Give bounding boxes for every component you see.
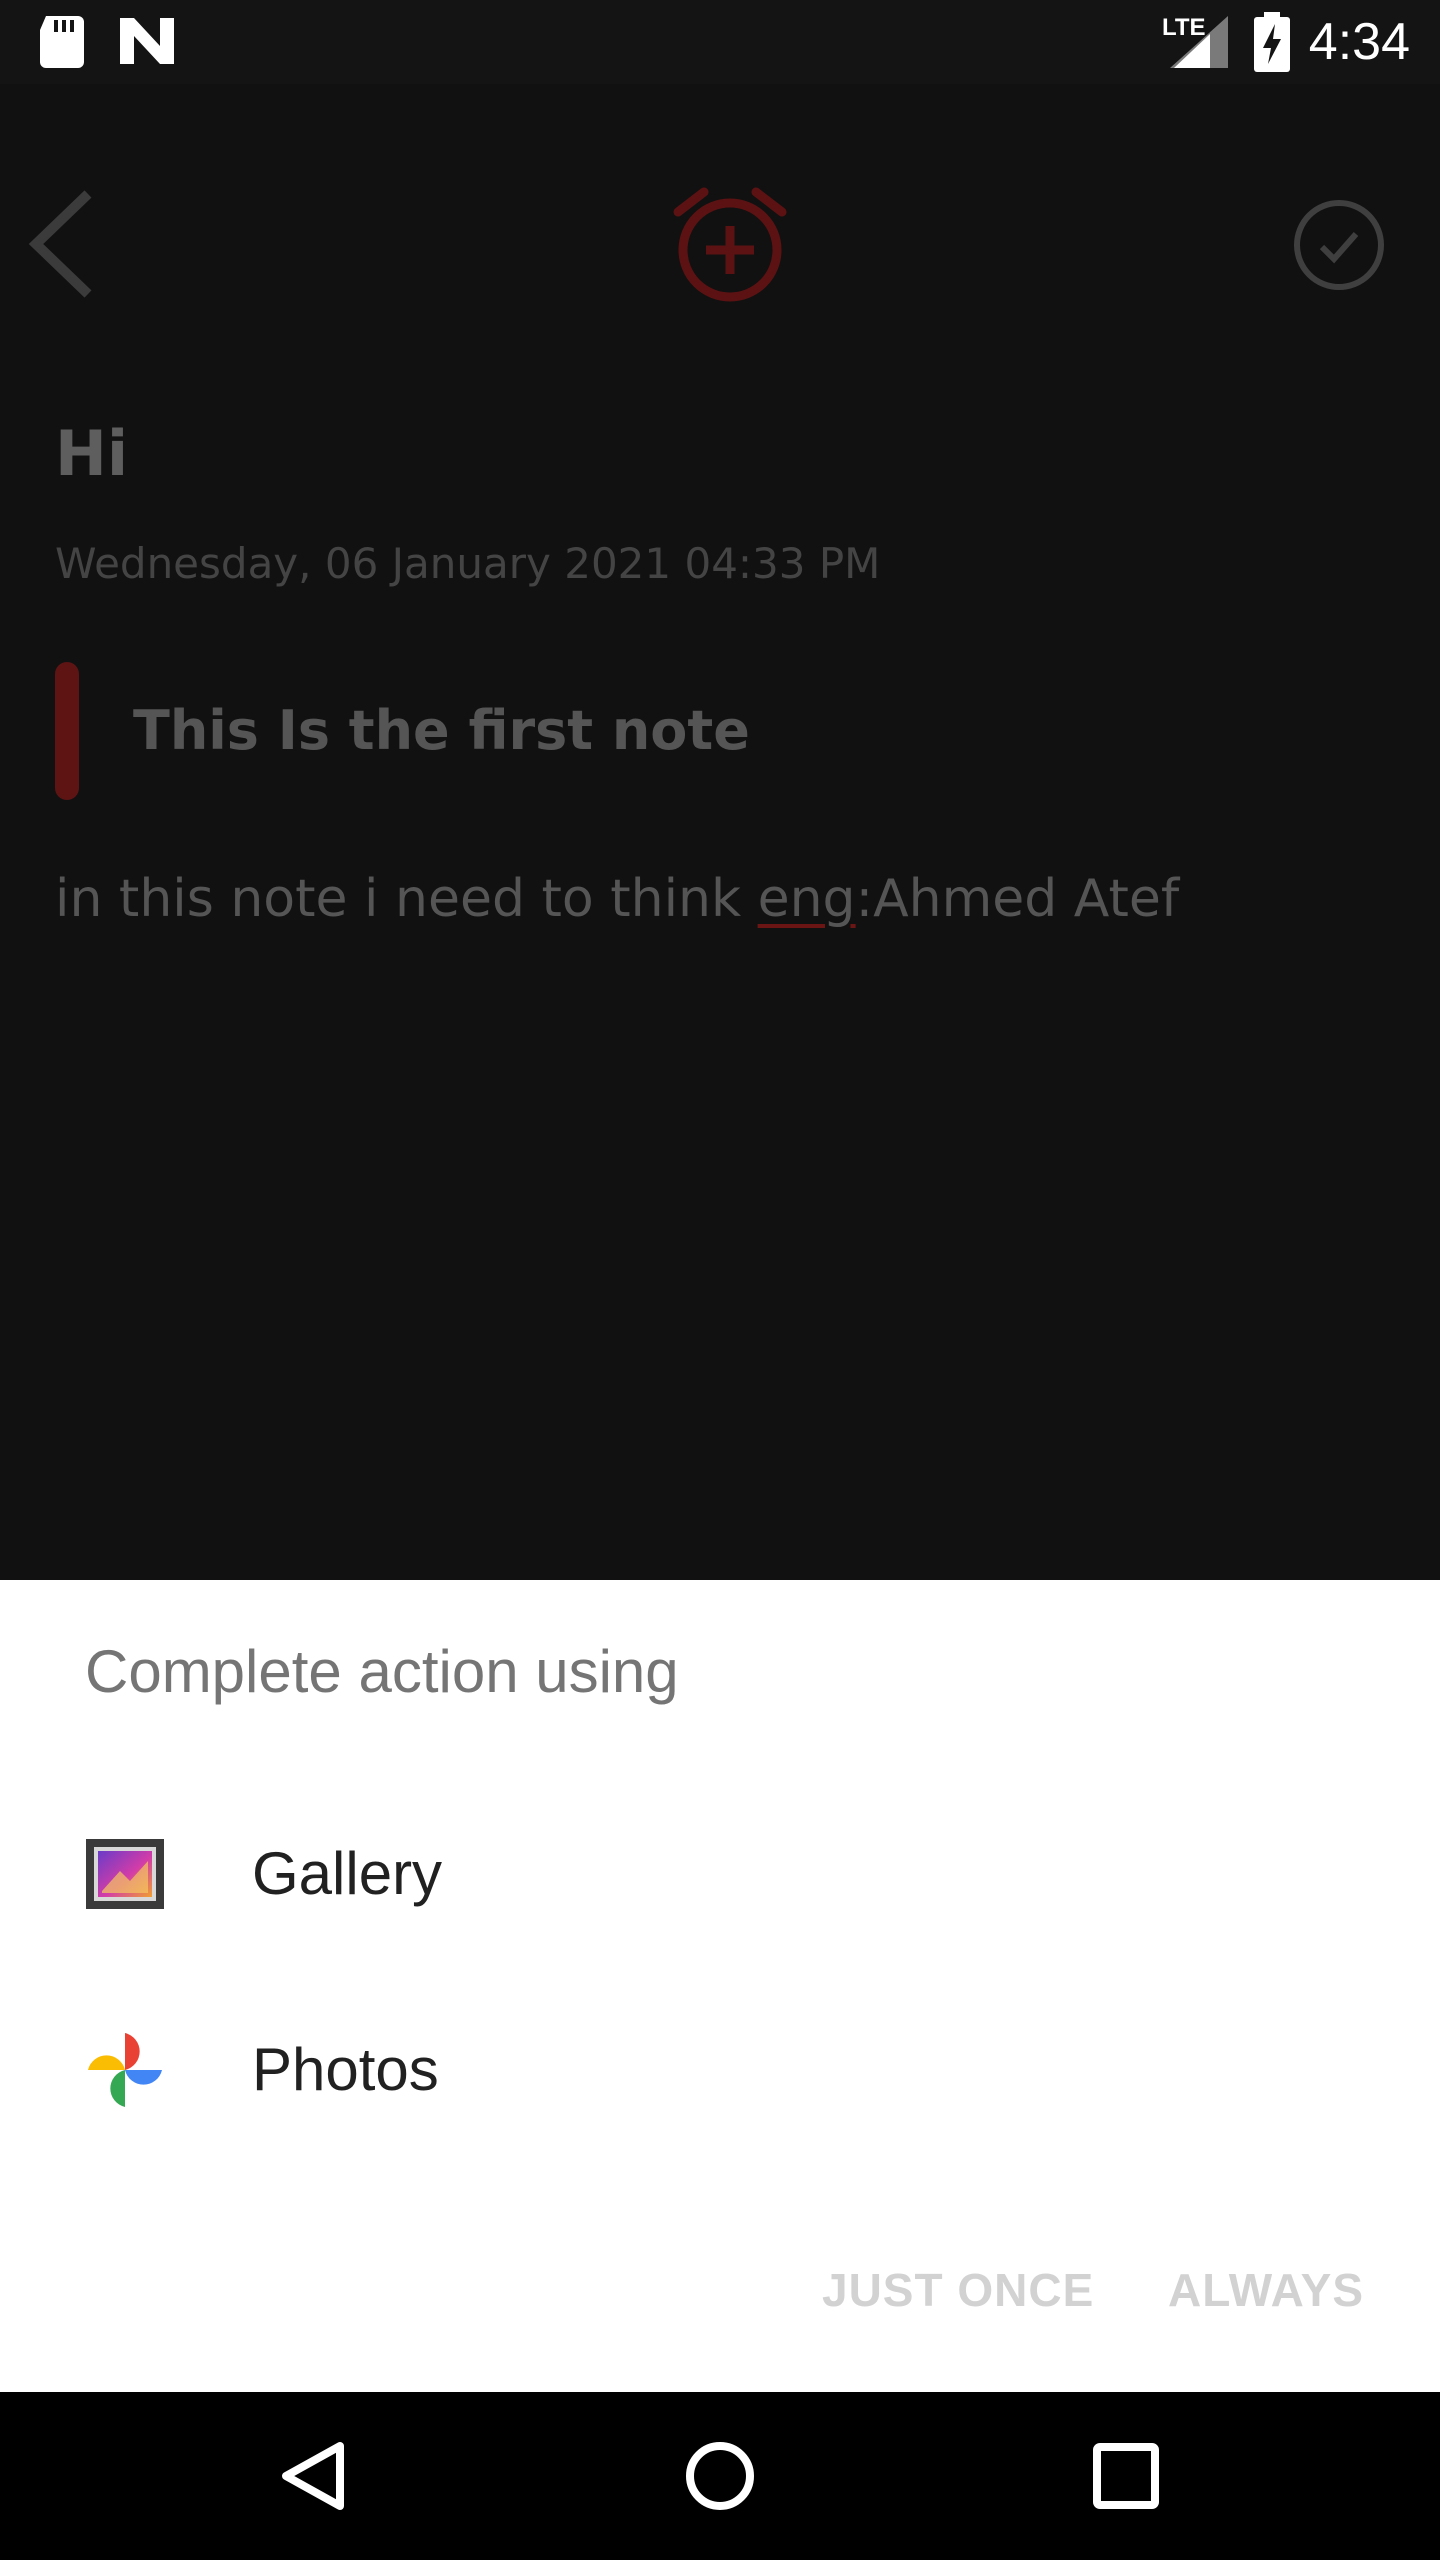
recents-nav-icon[interactable] xyxy=(1092,2442,1160,2510)
misspelled-word: eng xyxy=(757,869,856,929)
subtitle-accent-bar xyxy=(55,662,79,800)
battery-charging-icon xyxy=(1254,12,1290,72)
app-label-gallery: Gallery xyxy=(252,1840,443,1907)
app-chooser-sheet: Complete action using Gallery Photos JUS… xyxy=(0,1580,1440,2392)
app-label-photos: Photos xyxy=(252,2036,439,2103)
navigation-bar xyxy=(0,2392,1440,2560)
notification-n-icon xyxy=(120,18,174,64)
signal-icon xyxy=(1170,16,1228,68)
app-option-gallery[interactable]: Gallery xyxy=(0,1776,1440,1972)
always-button[interactable]: ALWAYS xyxy=(1168,2240,1364,2340)
note-body-text: in this note i need to think xyxy=(55,869,758,929)
note-body-text-end: :Ahmed Atef xyxy=(855,869,1180,929)
app-option-photos[interactable]: Photos xyxy=(0,1972,1440,2168)
note-body[interactable]: in this note i need to think eng:Ahmed A… xyxy=(55,864,1179,934)
gallery-icon xyxy=(86,1839,164,1909)
just-once-button[interactable]: JUST ONCE xyxy=(822,2240,1094,2340)
chooser-title: Complete action using xyxy=(85,1638,679,1705)
note-date: Wednesday, 06 January 2021 04:33 PM xyxy=(55,539,881,588)
back-nav-icon[interactable] xyxy=(278,2440,348,2512)
add-alarm-icon[interactable] xyxy=(668,184,792,308)
save-check-icon[interactable] xyxy=(1292,198,1386,292)
home-nav-icon[interactable] xyxy=(684,2440,756,2512)
photos-icon xyxy=(88,2033,162,2107)
sd-card-icon xyxy=(40,16,84,68)
status-time: 4:34 xyxy=(1308,13,1410,71)
back-arrow-icon[interactable] xyxy=(24,184,104,304)
note-editor-screen: Hi Wednesday, 06 January 2021 04:33 PM T… xyxy=(0,84,1440,1580)
note-subtitle[interactable]: This Is the first note xyxy=(133,696,750,766)
status-bar: LTE 4:34 xyxy=(0,0,1440,84)
note-title[interactable]: Hi xyxy=(55,414,128,494)
